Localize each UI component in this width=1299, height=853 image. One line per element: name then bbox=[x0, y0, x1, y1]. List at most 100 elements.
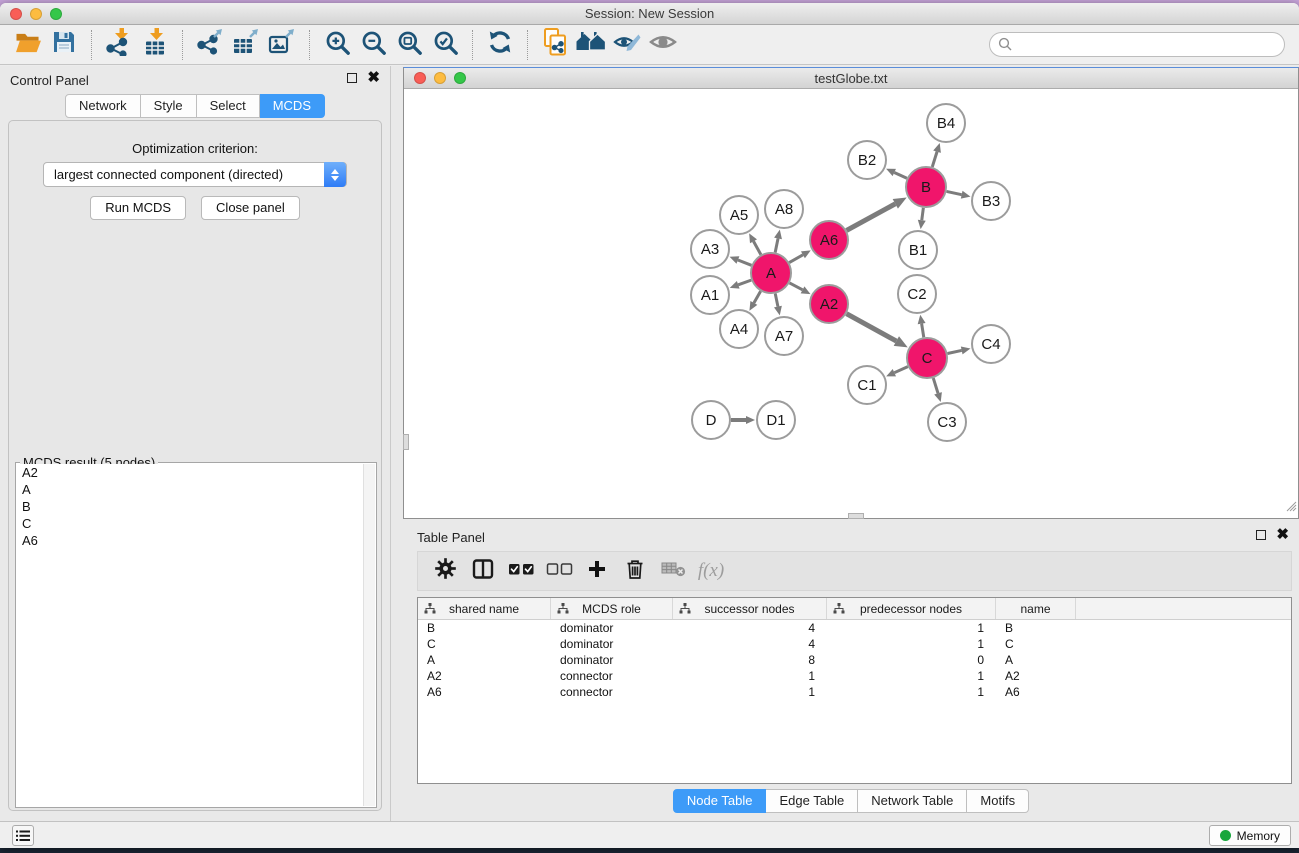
delete-table-button bbox=[654, 554, 692, 588]
panel-splitter-grip-bottom[interactable] bbox=[848, 513, 864, 519]
column-header-name[interactable]: name bbox=[996, 598, 1076, 619]
table-cell: dominator bbox=[551, 620, 673, 636]
close-panel-icon[interactable]: ✖ bbox=[367, 73, 380, 83]
table-row[interactable]: Bdominator41B bbox=[418, 620, 1291, 636]
export-table-button[interactable] bbox=[228, 28, 264, 62]
column-header-successor-nodes[interactable]: successor nodes bbox=[673, 598, 827, 619]
tab-edge-table[interactable]: Edge Table bbox=[766, 789, 858, 813]
panel-splitter-grip-left[interactable] bbox=[403, 434, 409, 450]
graph-edge-B-B4[interactable] bbox=[932, 152, 937, 167]
show-all-button[interactable] bbox=[645, 28, 681, 62]
zoom-in-button[interactable] bbox=[319, 28, 355, 62]
network-canvas[interactable]: B4B2BB3B1A5A8A6A3AA1A2A4A7C2CC4C1C3DD1 bbox=[404, 89, 1298, 518]
control-panel-title: Control Panel bbox=[10, 73, 89, 88]
task-history-button[interactable] bbox=[12, 825, 34, 846]
tab-network-table[interactable]: Network Table bbox=[858, 789, 967, 813]
import-table-button[interactable] bbox=[137, 28, 173, 62]
tab-node-table[interactable]: Node Table bbox=[673, 789, 767, 813]
zoom-selected-button[interactable] bbox=[427, 28, 463, 62]
import-table-icon bbox=[142, 28, 168, 61]
import-network-button[interactable] bbox=[101, 28, 137, 62]
select-all-icon bbox=[508, 561, 535, 582]
run-mcds-button[interactable]: Run MCDS bbox=[90, 196, 186, 220]
column-view-button[interactable] bbox=[464, 554, 502, 588]
column-header-predecessor-nodes[interactable]: predecessor nodes bbox=[827, 598, 996, 619]
new-network-from-selection-button[interactable] bbox=[537, 28, 573, 62]
graph-edge-A6-B[interactable] bbox=[847, 204, 896, 231]
graph-edge-C-C4[interactable] bbox=[948, 350, 962, 353]
tree-icon bbox=[833, 603, 845, 617]
memory-button[interactable]: Memory bbox=[1209, 825, 1291, 846]
add-column-button[interactable] bbox=[578, 554, 616, 588]
network-minimize-button[interactable] bbox=[434, 72, 446, 84]
graph-edge-C-C3[interactable] bbox=[933, 378, 938, 393]
save-session-button[interactable] bbox=[46, 28, 82, 62]
graph-edge-C-C1[interactable] bbox=[894, 367, 907, 373]
graph-edge-A-A7[interactable] bbox=[775, 294, 778, 307]
table-cell: 1 bbox=[827, 620, 996, 636]
optimization-criterion-dropdown[interactable]: largest connected component (directed) bbox=[43, 162, 347, 187]
graph-edge-A-A5[interactable] bbox=[753, 241, 760, 254]
float-table-panel-icon[interactable] bbox=[1256, 530, 1266, 540]
tree-icon bbox=[424, 603, 436, 617]
graph-edge-A-A3[interactable] bbox=[738, 260, 752, 265]
window-resize-grip[interactable] bbox=[1283, 498, 1297, 517]
mcds-result-item[interactable]: A2 bbox=[17, 464, 363, 481]
graph-edge-C-C2[interactable] bbox=[922, 324, 924, 338]
close-table-panel-icon[interactable]: ✖ bbox=[1276, 530, 1289, 540]
tab-motifs[interactable]: Motifs bbox=[967, 789, 1029, 813]
table-cell: 4 bbox=[673, 636, 827, 652]
dropdown-selected-value: largest connected component (directed) bbox=[54, 167, 283, 182]
new-network-from-selection-icon bbox=[542, 28, 568, 61]
graph-edge-B-B1[interactable] bbox=[922, 208, 924, 220]
mcds-result-item[interactable]: A6 bbox=[17, 532, 363, 549]
tab-style[interactable]: Style bbox=[141, 94, 197, 118]
graph-node-label-A7: A7 bbox=[775, 328, 793, 345]
graph-edge-B-B3[interactable] bbox=[947, 191, 962, 194]
minimize-window-button[interactable] bbox=[30, 8, 42, 20]
open-file-button[interactable] bbox=[10, 28, 46, 62]
delete-column-button[interactable] bbox=[616, 554, 654, 588]
table-row[interactable]: Cdominator41C bbox=[418, 636, 1291, 652]
table-row[interactable]: Adominator80A bbox=[418, 652, 1291, 668]
close-panel-button[interactable]: Close panel bbox=[201, 196, 300, 220]
tree-icon bbox=[557, 603, 569, 617]
hide-selected-button[interactable] bbox=[609, 28, 645, 62]
dropdown-stepper-icon[interactable] bbox=[324, 162, 346, 187]
graph-edge-A-A4[interactable] bbox=[754, 291, 761, 303]
search-input[interactable] bbox=[989, 32, 1285, 57]
mcds-result-scrollbar[interactable] bbox=[363, 464, 375, 806]
tree-icon bbox=[679, 603, 691, 617]
network-close-button[interactable] bbox=[414, 72, 426, 84]
close-window-button[interactable] bbox=[10, 8, 22, 20]
column-header-MCDS-role[interactable]: MCDS role bbox=[551, 598, 673, 619]
gear-button[interactable] bbox=[426, 554, 464, 588]
export-network-button[interactable] bbox=[192, 28, 228, 62]
column-header-shared-name[interactable]: shared name bbox=[418, 598, 551, 619]
deselect-all-button[interactable] bbox=[540, 554, 578, 588]
zoom-out-button[interactable] bbox=[355, 28, 391, 62]
network-zoom-button[interactable] bbox=[454, 72, 466, 84]
table-row[interactable]: A6connector11A6 bbox=[418, 684, 1291, 700]
mcds-result-item[interactable]: C bbox=[17, 515, 363, 532]
graph-edge-B-B2[interactable] bbox=[894, 172, 907, 178]
zoom-fit-button[interactable] bbox=[391, 28, 427, 62]
mcds-result-item[interactable]: B bbox=[17, 498, 363, 515]
graph-edge-A2-C[interactable] bbox=[847, 314, 897, 341]
first-neighbors-button[interactable] bbox=[573, 28, 609, 62]
mcds-result-box: MCDS result (5 nodes) A2ABCA6 bbox=[15, 462, 377, 808]
tab-mcds[interactable]: MCDS bbox=[260, 94, 325, 118]
graph-edge-A-A6[interactable] bbox=[789, 255, 803, 263]
mcds-result-item[interactable]: A bbox=[17, 481, 363, 498]
tab-network[interactable]: Network bbox=[65, 94, 141, 118]
graph-edge-A-A2[interactable] bbox=[790, 283, 803, 290]
tab-select[interactable]: Select bbox=[197, 94, 260, 118]
apply-layout-button[interactable] bbox=[482, 28, 518, 62]
float-panel-icon[interactable] bbox=[347, 73, 357, 83]
graph-edge-A-A8[interactable] bbox=[775, 238, 778, 252]
graph-edge-A-A1[interactable] bbox=[738, 280, 751, 285]
table-row[interactable]: A2connector11A2 bbox=[418, 668, 1291, 684]
zoom-window-button[interactable] bbox=[50, 8, 62, 20]
export-image-button[interactable] bbox=[264, 28, 300, 62]
select-all-button[interactable] bbox=[502, 554, 540, 588]
